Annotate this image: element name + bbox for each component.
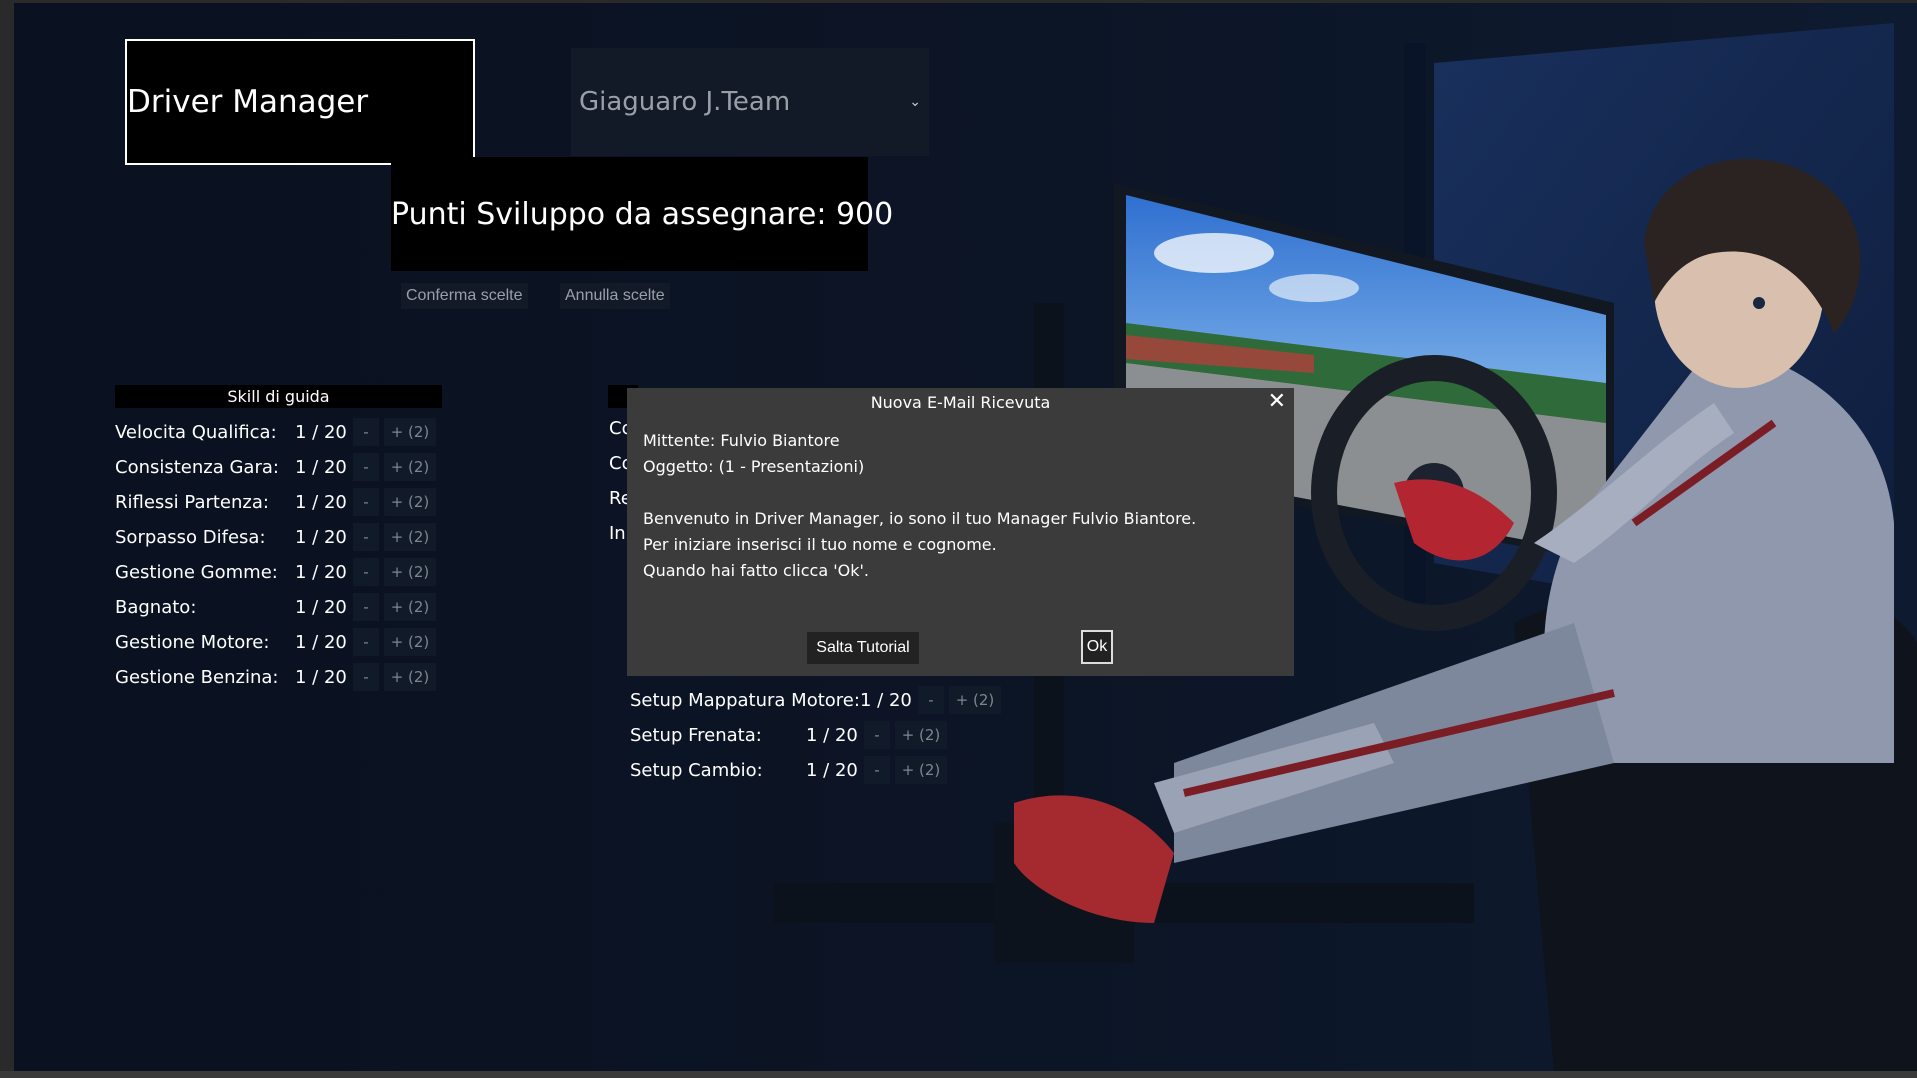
- cancel-button[interactable]: Annulla scelte: [560, 283, 670, 309]
- decrease-button[interactable]: -: [353, 663, 379, 691]
- bottom-bar: [0, 1071, 1917, 1078]
- skill-value: 1 / 20: [295, 456, 347, 478]
- email-line: Per iniziare inserisci il tuo nome e cog…: [643, 535, 997, 554]
- skill-label: Gestione Gomme:: [115, 561, 278, 583]
- skill-value: 1 / 20: [295, 526, 347, 548]
- team-select[interactable]: Giaguaro J.Team ⌄: [571, 48, 929, 156]
- email-line: Benvenuto in Driver Manager, io sono il …: [643, 509, 1197, 528]
- increase-button[interactable]: + (2): [384, 523, 436, 551]
- points-text: Punti Sviluppo da assegnare: 900: [391, 196, 894, 232]
- skill-value: 1 / 20: [295, 631, 347, 653]
- skill-label: Consistenza Gara:: [115, 456, 279, 478]
- decrease-button[interactable]: -: [353, 628, 379, 656]
- decrease-button[interactable]: -: [918, 686, 944, 714]
- increase-button[interactable]: + (2): [384, 663, 436, 691]
- skill-label: Gestione Benzina:: [115, 666, 279, 688]
- increase-button[interactable]: + (2): [384, 593, 436, 621]
- skill-row: Velocita Qualifica: 1 / 20- + (2): [115, 418, 436, 446]
- skill-value: 1 / 20: [295, 596, 347, 618]
- skill-label: Setup Mappatura Motore:: [630, 689, 860, 711]
- skill-value: 1 / 20: [860, 689, 912, 711]
- setup-row: Setup Frenata: 1 / 20- + (2): [630, 721, 947, 749]
- increase-button[interactable]: + (2): [895, 756, 947, 784]
- increase-button[interactable]: + (2): [384, 418, 436, 446]
- skill-label: Gestione Motore:: [115, 631, 270, 653]
- skill-label: Velocita Qualifica:: [115, 421, 277, 443]
- setup-partial-label: In: [609, 523, 626, 544]
- skill-label: Bagnato:: [115, 596, 197, 618]
- increase-button[interactable]: + (2): [949, 686, 1001, 714]
- decrease-button[interactable]: -: [353, 488, 379, 516]
- game-viewport: Driver Manager Giaguaro J.Team ⌄ Punti S…: [14, 3, 1917, 1071]
- decrease-button[interactable]: -: [353, 593, 379, 621]
- skill-label: Sorpasso Difesa:: [115, 526, 266, 548]
- setup-row: Setup Cambio: 1 / 20- + (2): [630, 756, 947, 784]
- app-title-text: Driver Manager: [127, 84, 369, 120]
- modal-body: Mittente: Fulvio Biantore Oggetto: (1 - …: [643, 428, 1196, 584]
- skill-row: Bagnato: 1 / 20- + (2): [115, 593, 436, 621]
- skill-label: Riflessi Partenza:: [115, 491, 269, 513]
- increase-button[interactable]: + (2): [384, 453, 436, 481]
- skill-label: Setup Frenata:: [630, 724, 762, 746]
- email-modal: Nuova E-Mail Ricevuta ✕ Mittente: Fulvio…: [627, 388, 1294, 676]
- ok-button[interactable]: Ok: [1081, 630, 1113, 664]
- skill-row: Consistenza Gara: 1 / 20- + (2): [115, 453, 436, 481]
- increase-button[interactable]: + (2): [895, 721, 947, 749]
- skill-row: Sorpasso Difesa: 1 / 20- + (2): [115, 523, 436, 551]
- skill-row: Riflessi Partenza: 1 / 20- + (2): [115, 488, 436, 516]
- skill-row: Gestione Benzina: 1 / 20- + (2): [115, 663, 436, 691]
- chevron-down-icon: ⌄: [909, 94, 921, 110]
- increase-button[interactable]: + (2): [384, 488, 436, 516]
- decrease-button[interactable]: -: [353, 453, 379, 481]
- email-sender: Mittente: Fulvio Biantore: [643, 431, 840, 450]
- skill-value: 1 / 20: [295, 421, 347, 443]
- decrease-button[interactable]: -: [864, 756, 890, 784]
- decrease-button[interactable]: -: [353, 418, 379, 446]
- points-banner: Punti Sviluppo da assegnare: 900: [391, 157, 893, 271]
- skill-label: Setup Cambio:: [630, 759, 763, 781]
- increase-button[interactable]: + (2): [384, 628, 436, 656]
- skill-row: Gestione Gomme: 1 / 20- + (2): [115, 558, 436, 586]
- skill-row: Gestione Motore: 1 / 20- + (2): [115, 628, 436, 656]
- decrease-button[interactable]: -: [353, 558, 379, 586]
- skill-value: 1 / 20: [806, 759, 858, 781]
- skill-value: 1 / 20: [295, 561, 347, 583]
- app-title: Driver Manager: [125, 39, 475, 165]
- team-select-value: Giaguaro J.Team: [579, 87, 791, 117]
- email-line: Quando hai fatto clicca 'Ok'.: [643, 561, 869, 580]
- email-subject: Oggetto: (1 - Presentazioni): [643, 457, 865, 476]
- skill-value: 1 / 20: [806, 724, 858, 746]
- increase-button[interactable]: + (2): [384, 558, 436, 586]
- decrease-button[interactable]: -: [864, 721, 890, 749]
- skills-header: Skill di guida: [115, 385, 442, 408]
- skip-tutorial-button[interactable]: Salta Tutorial: [807, 632, 919, 664]
- skill-value: 1 / 20: [295, 666, 347, 688]
- setup-row: Setup Mappatura Motore: 1 / 20- + (2): [630, 686, 1001, 714]
- decrease-button[interactable]: -: [353, 523, 379, 551]
- close-icon[interactable]: ✕: [1268, 389, 1286, 414]
- modal-title: Nuova E-Mail Ricevuta: [870, 393, 1051, 412]
- skill-value: 1 / 20: [295, 491, 347, 513]
- confirm-button[interactable]: Conferma scelte: [401, 283, 528, 309]
